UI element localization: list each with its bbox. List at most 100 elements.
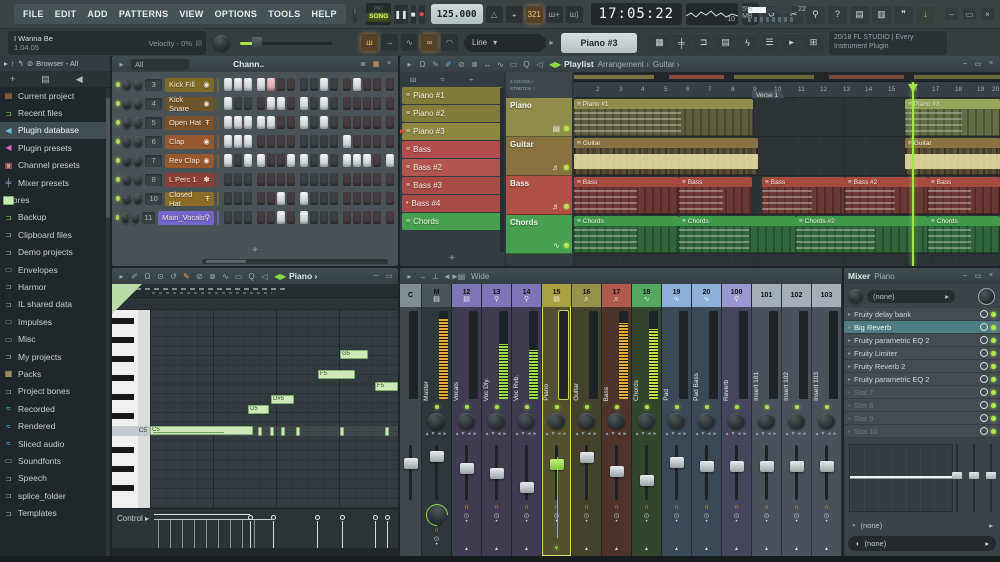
strip-separation-controls[interactable]: ▲▼◄► bbox=[425, 431, 449, 443]
channel-name-button[interactable]: Open Hat Ŧ bbox=[165, 116, 214, 130]
strip-fx-icon[interactable]: ∩ bbox=[704, 504, 709, 511]
step-cell[interactable] bbox=[244, 173, 252, 186]
step-cell[interactable] bbox=[277, 192, 285, 205]
step-cell[interactable] bbox=[320, 211, 328, 224]
step-record-icon[interactable]: ш) bbox=[566, 6, 583, 23]
strip-route-arrow[interactable]: ▴ bbox=[825, 545, 828, 552]
step-cell[interactable] bbox=[373, 78, 381, 91]
mixer-menu-icon[interactable]: ▸ bbox=[404, 272, 415, 281]
midi-note[interactable] bbox=[385, 427, 389, 436]
control-point[interactable] bbox=[248, 515, 253, 520]
fx-slot-arrow-icon[interactable]: ▸ bbox=[848, 311, 851, 318]
strip-fader-handle[interactable] bbox=[430, 451, 444, 462]
step-cell[interactable] bbox=[277, 173, 285, 186]
pattern-item[interactable]: ≡ Piano #3 bbox=[402, 123, 502, 140]
browser-item[interactable]: Plugin presets bbox=[0, 139, 110, 156]
strip-fx-icon[interactable]: ∩ bbox=[644, 504, 649, 511]
piano-roll-preview-strip[interactable] bbox=[112, 284, 398, 298]
eq-fader-low[interactable] bbox=[956, 444, 958, 512]
playlist-toggle-icon[interactable]: ▦ bbox=[650, 33, 669, 52]
route-icon[interactable]: → bbox=[417, 272, 428, 281]
save-icon[interactable]: ▤ bbox=[850, 5, 869, 24]
strip-fader[interactable] bbox=[812, 443, 841, 503]
delete-icon[interactable]: ⊘ bbox=[456, 60, 467, 69]
link-icon[interactable]: ∞ bbox=[421, 34, 438, 51]
fx-slot[interactable]: ▸ Fruity Reverb 2 bbox=[844, 360, 1000, 373]
midi-note[interactable]: F5 bbox=[375, 382, 398, 391]
plugin-icon[interactable]: ϟ bbox=[738, 33, 757, 52]
strip-fx-icon[interactable]: ∩ bbox=[824, 504, 829, 511]
channel-row[interactable]: 10 Closed Hat Ŧ bbox=[112, 189, 398, 208]
rack-graph-icon[interactable]: ≣ bbox=[358, 60, 368, 68]
channel-pan-knob[interactable] bbox=[123, 193, 131, 204]
minimize-button[interactable]: – bbox=[945, 8, 958, 20]
strip-pan-knob[interactable] bbox=[578, 413, 595, 429]
step-cell[interactable] bbox=[244, 135, 252, 148]
draw-icon[interactable]: ✐ bbox=[129, 272, 140, 281]
fx-slot-enable-led[interactable] bbox=[991, 325, 996, 330]
step-cell[interactable] bbox=[353, 192, 361, 205]
mixer-strip[interactable]: 100 ⚲ Reverb ▲▼◄► ∩ bbox=[722, 284, 752, 556]
playlist-clip[interactable]: ≡ Piano #3 bbox=[905, 99, 1000, 136]
step-cell[interactable] bbox=[343, 78, 351, 91]
browser-item[interactable]: Rendered bbox=[0, 417, 110, 434]
strip-separation-controls[interactable]: ▲▼◄► bbox=[455, 431, 479, 443]
channel-enable-led[interactable] bbox=[116, 82, 120, 87]
strip-fx-icon[interactable]: ∩ bbox=[734, 504, 739, 511]
step-cell[interactable] bbox=[353, 154, 361, 167]
browser-item[interactable]: Current project bbox=[0, 87, 110, 104]
step-cell[interactable] bbox=[343, 135, 351, 148]
strip-fader-handle[interactable] bbox=[460, 463, 474, 474]
playlist-scroll-overview[interactable] bbox=[574, 72, 1000, 82]
fx-slot[interactable]: ▸ Slot 9 bbox=[844, 412, 1000, 425]
step-cell[interactable] bbox=[244, 154, 252, 167]
step-cell[interactable] bbox=[363, 173, 371, 186]
strip-header[interactable]: 13 ⚲ bbox=[482, 284, 511, 307]
fx-preset-selector[interactable]: (none) ▸ bbox=[867, 290, 955, 303]
playlist-ruler[interactable]: 234567891011121314151617181920 Verse 1 bbox=[574, 82, 1000, 98]
browser-item[interactable]: Sliced audio bbox=[0, 435, 110, 452]
step-cell[interactable] bbox=[373, 97, 381, 110]
menu-item[interactable]: FILE bbox=[23, 9, 44, 19]
strip-separation-controls[interactable]: ▲▼◄► bbox=[575, 431, 599, 443]
fx-slot-arrow-icon[interactable]: ▸ bbox=[848, 376, 851, 383]
track-mute-led[interactable] bbox=[564, 243, 569, 248]
strip-header[interactable]: 103 bbox=[812, 284, 841, 307]
step-cell[interactable] bbox=[257, 116, 265, 129]
strip-separation-controls[interactable]: ▲▼◄► bbox=[815, 431, 839, 443]
step-cell[interactable] bbox=[287, 192, 295, 205]
fx-send-row[interactable]: ◔ (none) ▸ bbox=[844, 518, 1000, 533]
step-cell[interactable] bbox=[386, 192, 394, 205]
audio-filter-icon[interactable]: ≈ bbox=[440, 75, 444, 84]
strip-fx-icon[interactable]: ∩ bbox=[494, 504, 499, 511]
slide-tool-icon[interactable]: ∿ bbox=[495, 60, 506, 69]
step-cell[interactable] bbox=[300, 154, 308, 167]
fx-maximize-icon[interactable]: ▭ bbox=[973, 272, 983, 280]
browser-item[interactable]: Packs bbox=[0, 365, 110, 382]
strip-fader[interactable] bbox=[782, 443, 811, 503]
mute-icon[interactable]: ⊗ bbox=[207, 272, 218, 281]
fx-slot[interactable]: ▸ Fruity Limiter bbox=[844, 347, 1000, 360]
step-cell[interactable] bbox=[287, 154, 295, 167]
playlist-close-icon[interactable]: × bbox=[986, 60, 996, 68]
fx-slot-enable-led[interactable] bbox=[991, 403, 996, 408]
strip-route-arrow[interactable]: ▴ bbox=[525, 545, 528, 552]
step-cell[interactable] bbox=[320, 116, 328, 129]
step-cell[interactable] bbox=[277, 78, 285, 91]
strip-route-arrow[interactable]: ▴ bbox=[615, 545, 618, 552]
highlighted-key[interactable]: C5 bbox=[112, 426, 150, 436]
fx-slot-mix-knob[interactable] bbox=[980, 349, 988, 357]
step-cell[interactable] bbox=[363, 97, 371, 110]
menu-item[interactable]: ADD bbox=[87, 9, 107, 19]
fx-slot-mix-knob[interactable] bbox=[980, 336, 988, 344]
layout-icon[interactable]: ▤ bbox=[456, 272, 467, 281]
step-cell[interactable] bbox=[267, 116, 275, 129]
midi-note[interactable]: C5 bbox=[150, 426, 253, 435]
step-cell[interactable] bbox=[386, 78, 394, 91]
step-cell[interactable] bbox=[287, 173, 295, 186]
step-cell[interactable] bbox=[234, 78, 242, 91]
playlist-clip[interactable]: ≡ Chords bbox=[679, 216, 796, 253]
browser-item[interactable]: Misc bbox=[0, 330, 110, 347]
strip-fx-icon[interactable]: ∩ bbox=[554, 504, 559, 511]
step-cell[interactable] bbox=[257, 154, 265, 167]
